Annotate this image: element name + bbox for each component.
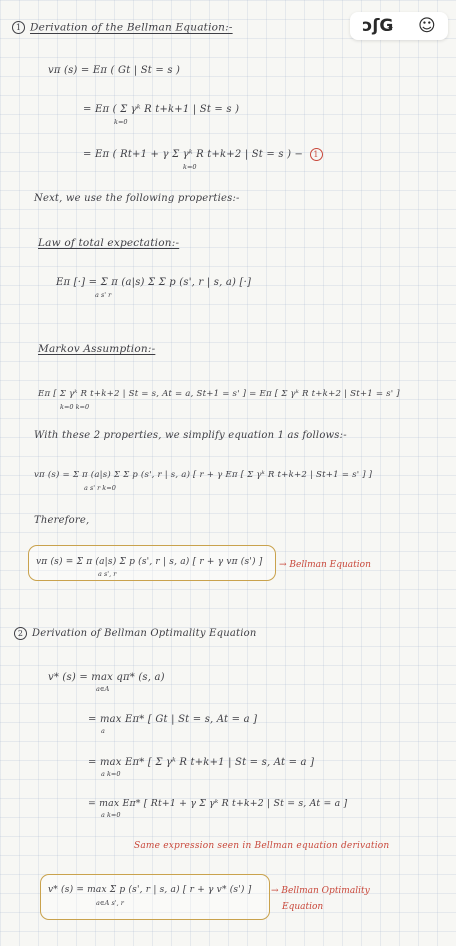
s1-eq3-sub: k=0	[183, 163, 197, 171]
s1-eq3-tag: 1	[309, 148, 323, 161]
s2-eq3-sub: a k=0	[101, 770, 121, 778]
section-1-number: 1	[12, 21, 25, 34]
arrow-right-icon: →	[271, 886, 279, 896]
next-text: Next, we use the following properties:-	[34, 193, 240, 204]
law-eq-sub: a s' r	[95, 291, 112, 299]
s2-eq3: = max Eπ* [ Σ γᵏ R t+k+1 | St = s, At = …	[88, 757, 315, 768]
optimality-eq-sub: a∈A s', r	[96, 899, 124, 907]
optimality-label-line1: Bellman Optimality	[281, 886, 370, 896]
law-title: Law of total expectation:-	[38, 237, 180, 249]
s2-eq2: = max Eπ* [ Gt | St = s, At = a ]	[88, 714, 258, 725]
section-2-title: Derivation of Bellman Optimality Equatio…	[32, 628, 257, 639]
markov-title: Markov Assumption:-	[38, 343, 156, 355]
with-text: With these 2 properties, we simplify equ…	[34, 430, 347, 441]
section-2-number: 2	[14, 627, 27, 640]
bellman-label: → Bellman Equation	[279, 560, 371, 570]
s1-eq3-text: = Eπ ( Rt+1 + γ Σ γᵏ R t+k+2 | St = s ) …	[83, 149, 304, 160]
same-expression-note: Same expression seen in Bellman equation…	[134, 841, 390, 851]
markov-eq: Eπ [ Σ γᵏ R t+k+2 | St = s, At = a, St+1…	[38, 389, 400, 399]
s2-eq1-sub: a∈A	[96, 685, 110, 693]
optimality-equation-box	[40, 874, 270, 920]
simplified-eq: vπ (s) = Σ π (a|s) Σ Σ p (s', r | s, a) …	[34, 470, 373, 480]
s2-eq4: = max Eπ* [ Rt+1 + γ Σ γᵏ R t+k+2 | St =…	[88, 798, 348, 809]
section-1-heading: 1 Derivation of the Bellman Equation:-	[12, 21, 233, 35]
s1-eq2: = Eπ ( Σ γᵏ R t+k+1 | St = s )	[83, 104, 240, 115]
simplified-eq-sub: a s' r k=0	[84, 484, 116, 492]
s2-eq2-sub: a	[101, 727, 105, 735]
arrow-right-icon: →	[279, 560, 287, 570]
s1-eq1: vπ (s) = Eπ ( Gt | St = s )	[48, 65, 181, 76]
s1-eq2-sub: k=0	[114, 118, 128, 126]
therefore-text: Therefore,	[34, 515, 90, 526]
note-toolbar: ↄʃǤ ☺	[350, 12, 448, 40]
s1-eq3: = Eπ ( Rt+1 + γ Σ γᵏ R t+k+2 | St = s ) …	[83, 148, 328, 161]
s2-eq1: v* (s) = max qπ* (s, a)	[48, 672, 165, 683]
law-eq: Eπ [·] = Σ π (a|s) Σ Σ p (s', r | s, a) …	[56, 277, 252, 288]
smiley-reaction-icon[interactable]: ☺	[418, 16, 436, 36]
bellman-eq-sub: a s', r	[98, 570, 117, 578]
optimality-label-line2: Equation	[282, 902, 324, 912]
optimality-label: → Bellman Optimality	[271, 886, 370, 896]
bellman-eq: vπ (s) = Σ π (a|s) Σ p (s', r | s, a) [ …	[36, 557, 263, 567]
handwriting-pen-icon[interactable]: ↄʃǤ	[362, 16, 393, 36]
section-2-heading: 2 Derivation of Bellman Optimality Equati…	[14, 627, 257, 640]
optimality-eq: v* (s) = max Σ p (s', r | s, a) [ r + γ …	[48, 885, 252, 895]
s2-eq4-sub: a k=0	[101, 811, 121, 819]
markov-eq-sub: k=0 k=0	[60, 403, 90, 411]
bellman-label-text: Bellman Equation	[289, 560, 371, 570]
section-1-title: Derivation of the Bellman Equation:-	[30, 21, 233, 34]
